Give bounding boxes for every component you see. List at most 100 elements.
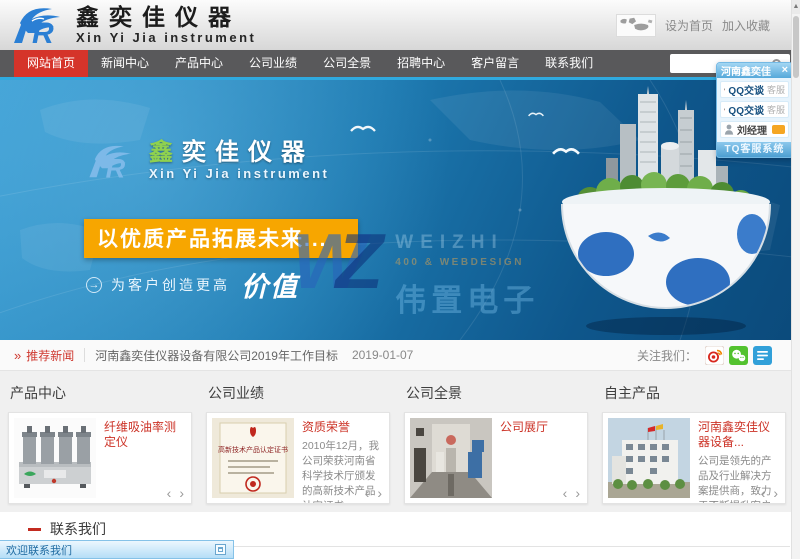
column-panorama: 公司全景 — [404, 382, 588, 512]
world-map-thumbnail — [616, 14, 656, 37]
wechat-icon[interactable] — [729, 346, 748, 365]
chat-dock-bar[interactable]: 欢迎联系我们 — [0, 540, 234, 559]
showroom-photo[interactable] — [410, 418, 492, 498]
banner-sub-slogan-em: 价值 — [241, 265, 299, 304]
qq-manager-label: 刘经理 — [737, 122, 767, 137]
nav-item-feedback[interactable]: 客户留言 — [458, 50, 532, 77]
blog-icon[interactable] — [753, 346, 772, 365]
column-title: 公司全景 — [406, 383, 588, 403]
qq-panel-header: 河南鑫奕佳 × — [717, 63, 792, 78]
certificate-photo[interactable]: 高新技术产品认定证书 — [212, 418, 294, 498]
bird-icon — [350, 122, 376, 134]
close-icon[interactable]: × — [782, 65, 788, 76]
qq-panel-body: QQ交谈 客服 QQ交谈 客服 刘经理 — [717, 78, 792, 142]
scrollbar-thumb[interactable] — [793, 16, 799, 78]
nav-item-recruit[interactable]: 招聘中心 — [384, 50, 458, 77]
fiber-tester-photo[interactable] — [14, 418, 96, 498]
chat-dock-label: 欢迎联系我们 — [6, 542, 72, 558]
company-building-photo[interactable] — [608, 418, 690, 498]
column-products: 产品中心 — [8, 382, 192, 512]
qq-penguin-icon — [724, 83, 725, 96]
news-headline-link[interactable]: 河南鑫奕佳仪器设备有限公司2019年工作目标 — [95, 347, 338, 364]
logo-text: 鑫奕佳仪器 Xin Yi Jia instrument — [76, 5, 256, 45]
qq-chat-label: QQ交谈 — [728, 102, 764, 117]
column-achievements: 公司业绩 高新技术产品认定证书 — [206, 382, 390, 512]
achievement-link[interactable]: 资质荣誉 — [302, 420, 383, 435]
carousel-next-icon[interactable]: › — [575, 487, 580, 500]
arrow-circle-icon: → — [86, 277, 102, 293]
hero-banner[interactable]: R 鑫奕佳仪器 Xin Yi Jia instrument 以优质产品拓展未来.… — [0, 77, 800, 340]
scrollbar[interactable]: ▲ — [791, 0, 800, 559]
brand-swoosh-icon: R — [84, 141, 140, 181]
brand-swoosh-icon: R — [8, 3, 70, 47]
qq-chat-tag: 客服 — [767, 103, 785, 116]
qq-chat-row[interactable]: QQ交谈 客服 — [720, 81, 789, 98]
banner-logo-text: 鑫奕佳仪器 Xin Yi Jia instrument — [149, 140, 329, 181]
banner-logo-title: 鑫奕佳仪器 — [149, 140, 329, 166]
follow-us-label: 关注我们： — [637, 347, 697, 364]
restore-window-icon[interactable] — [215, 544, 226, 555]
carousel-nav: ‹ › — [563, 487, 580, 500]
news-date: 2019-01-07 — [352, 348, 413, 362]
carousel-next-icon[interactable]: › — [773, 487, 778, 500]
qq-chat-tag: 客服 — [767, 83, 785, 96]
footer-title: 联系我们 — [50, 519, 106, 539]
set-home-link[interactable]: 设为首页 — [665, 17, 713, 34]
svg-text:R: R — [32, 17, 54, 47]
column-title: 自主产品 — [604, 383, 786, 403]
nav-item-news[interactable]: 新闻中心 — [88, 50, 162, 77]
qq-chat-row[interactable]: QQ交谈 客服 — [720, 101, 789, 118]
svg-text:R: R — [106, 152, 126, 181]
qq-manager-row[interactable]: 刘经理 — [720, 121, 789, 138]
nav-item-panorama[interactable]: 公司全景 — [310, 50, 384, 77]
site-logo[interactable]: R 鑫奕佳仪器 Xin Yi Jia instrument — [8, 3, 256, 47]
panorama-card: 公司展厅 ‹ › — [404, 412, 588, 504]
top-header: R 鑫奕佳仪器 Xin Yi Jia instrument 设为首页 加入收藏 — [0, 0, 800, 50]
carousel-nav: ‹ › — [365, 487, 382, 500]
carousel-prev-icon[interactable]: ‹ — [563, 487, 568, 500]
own-products-link[interactable]: 河南鑫奕佳仪器设备... — [698, 420, 779, 450]
red-dash-icon — [28, 528, 41, 531]
banner-logo-title-first: 鑫 — [149, 139, 182, 166]
own-products-card: 河南鑫奕佳仪器设备... 公司是领先的产品及行业解决方案提供商，致力于不断提升客… — [602, 412, 786, 504]
nav-item-contact[interactable]: 联系我们 — [532, 50, 606, 77]
banner-sub-slogan-text: 为客户创造更高 — [111, 275, 230, 295]
carousel-prev-icon[interactable]: ‹ — [167, 487, 172, 500]
news-label: 推荐新闻 — [26, 347, 74, 364]
achievement-card: 高新技术产品认定证书 资质荣誉 2010年12月，我公司荣获河南省科学技术厅颁发… — [206, 412, 390, 504]
column-title: 公司业绩 — [208, 383, 390, 403]
qq-panel-title: 河南鑫奕佳 — [721, 63, 771, 78]
banner-logo-subtitle: Xin Yi Jia instrument — [149, 166, 329, 181]
divider — [84, 348, 85, 362]
follow-us: 关注我们： — [637, 346, 786, 365]
nav-item-home[interactable]: 网站首页 — [14, 50, 88, 77]
logo-subtitle: Xin Yi Jia instrument — [76, 30, 256, 45]
carousel-next-icon[interactable]: › — [377, 487, 382, 500]
carousel-nav: ‹ › — [167, 487, 184, 500]
scroll-up-icon[interactable]: ▲ — [792, 0, 800, 14]
qq-status-badge — [772, 125, 785, 134]
product-card: 纤维吸油率测定仪 ‹ › — [8, 412, 192, 504]
weibo-icon[interactable] — [705, 346, 724, 365]
carousel-next-icon[interactable]: › — [179, 487, 184, 500]
nav-item-products[interactable]: 产品中心 — [162, 50, 236, 77]
add-favorite-link[interactable]: 加入收藏 — [722, 17, 770, 34]
banner-slogan: 以优质产品拓展未来... — [84, 219, 358, 258]
news-ticker-bar: » 推荐新闻 河南鑫奕佳仪器设备有限公司2019年工作目标 2019-01-07… — [0, 340, 800, 371]
panorama-link[interactable]: 公司展厅 — [500, 420, 581, 435]
carousel-prev-icon[interactable]: ‹ — [761, 487, 766, 500]
nav-item-achievements[interactable]: 公司业绩 — [236, 50, 310, 77]
column-title: 产品中心 — [10, 383, 192, 403]
bird-icon — [528, 110, 544, 118]
logo-title: 鑫奕佳仪器 — [76, 5, 256, 30]
carousel-prev-icon[interactable]: ‹ — [365, 487, 370, 500]
header-quick-links: 设为首页 加入收藏 — [616, 14, 770, 37]
banner-logo: R 鑫奕佳仪器 Xin Yi Jia instrument — [84, 140, 329, 181]
product-link[interactable]: 纤维吸油率测定仪 — [104, 420, 185, 450]
footer-heading: 联系我们 — [28, 519, 800, 539]
qq-chat-label: QQ交谈 — [728, 82, 764, 97]
banner-sub-slogan: → 为客户创造更高 价值 — [86, 265, 299, 304]
certificate-title-text: 高新技术产品认定证书 — [218, 445, 288, 454]
carousel-nav: ‹ › — [761, 487, 778, 500]
qq-panel-footer[interactable]: TQ客服系统 — [717, 142, 792, 157]
